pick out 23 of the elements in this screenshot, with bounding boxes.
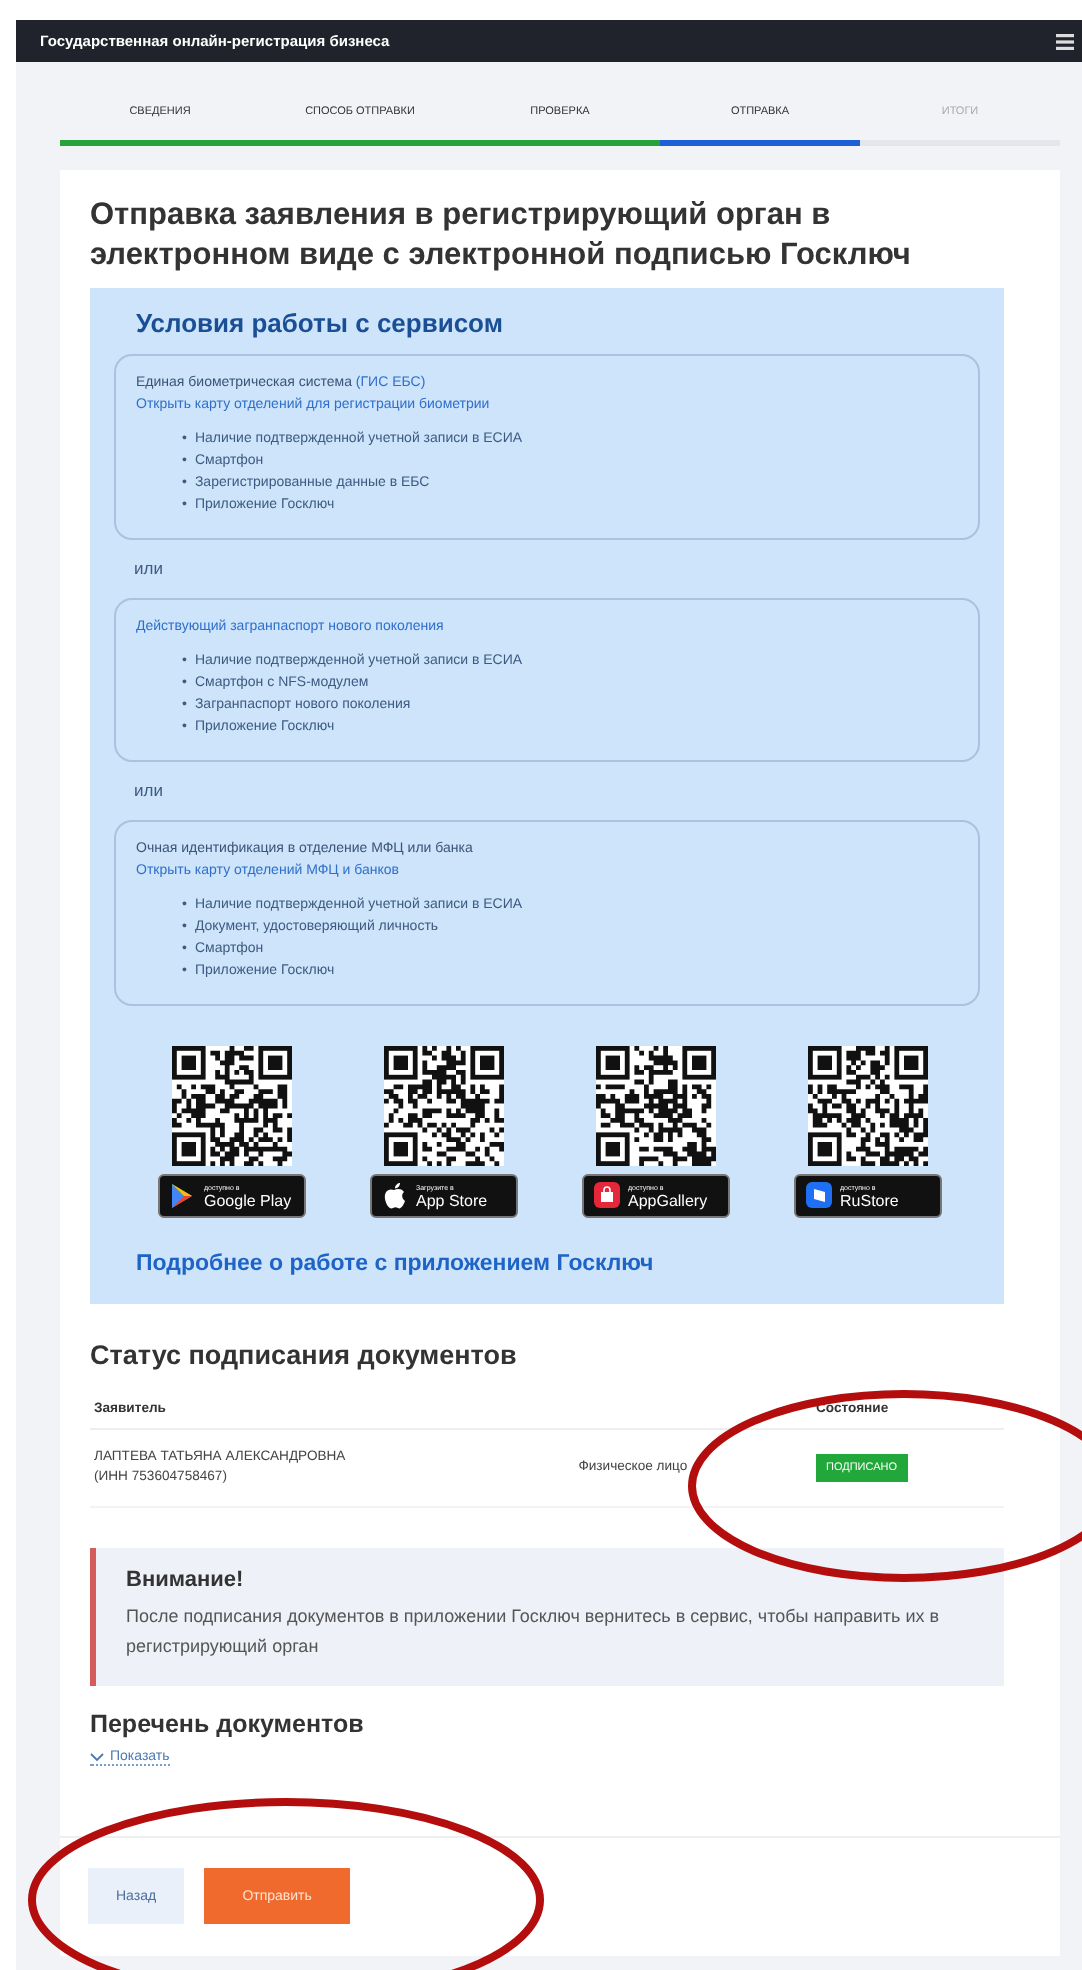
shopping-bag-icon xyxy=(594,1182,620,1210)
apple-icon xyxy=(382,1182,408,1210)
notice-text: После подписания документов в приложении Госключ вернитесь в сервис, чтобы направить их в регистрирующий орган xyxy=(126,1604,942,1660)
notice-title: Внимание! xyxy=(126,1568,246,1592)
qr-code xyxy=(384,1046,504,1166)
qr-code xyxy=(172,1046,292,1166)
qr-code xyxy=(596,1046,716,1166)
qr-code xyxy=(808,1046,928,1166)
separator-text: или xyxy=(134,558,165,580)
more-link[interactable]: Подробнее о работе с приложением Госключ xyxy=(136,1252,958,1276)
separator-text: или xyxy=(134,780,165,802)
chevron-icon xyxy=(90,1752,104,1762)
store-name: AppGallery xyxy=(628,1191,708,1209)
section-heading: Перечень документов xyxy=(90,1710,366,1738)
play-triangle-icon xyxy=(170,1182,196,1210)
store-name: Google Play xyxy=(204,1191,292,1209)
section-heading: Условия работы с сервисом xyxy=(136,308,505,338)
section-heading: Статус подписания документов xyxy=(90,1340,519,1370)
square-logo-icon xyxy=(806,1182,832,1210)
store-name: RuStore xyxy=(840,1191,899,1209)
page-title: Отправка заявления в регистрирующий орган в электронном виде с электронной подписью Госключ xyxy=(90,196,913,276)
store-name: App Store xyxy=(416,1191,488,1209)
menu-icon[interactable] xyxy=(1056,33,1074,49)
